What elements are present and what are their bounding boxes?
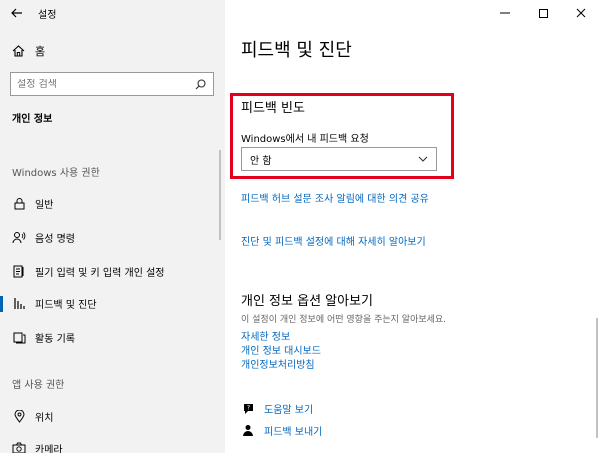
privacy-options-heading: 개인 정보 옵션 알아보기 xyxy=(241,294,373,309)
main-content: 피드백 및 진단 피드백 빈도 Windows에서 내 피드백 요청 안 함 피… xyxy=(225,0,600,453)
search-box[interactable] xyxy=(10,72,214,96)
sidebar-item-inking[interactable]: 필기 입력 및 키 입력 개인 설정 xyxy=(0,257,218,285)
sidebar-item-activity[interactable]: 활동 기록 xyxy=(0,323,218,351)
group-title-apps: 앱 사용 권한 xyxy=(12,380,65,391)
feedback-label: 피드백 보내기 xyxy=(264,426,323,438)
home-icon xyxy=(12,45,25,57)
titlebar: 설정 xyxy=(0,0,225,26)
sidebar-item-label: 카메라 xyxy=(35,444,63,453)
pen-icon xyxy=(12,264,26,278)
feedback-frequency-dropdown[interactable]: 안 함 xyxy=(241,147,437,171)
page-title: 피드백 및 진단 xyxy=(241,40,352,61)
arrow-left-icon xyxy=(11,8,22,18)
sidebar-item-camera[interactable]: 카메라 xyxy=(0,434,218,453)
speech-icon xyxy=(12,230,26,244)
maximize-button[interactable] xyxy=(524,0,562,26)
privacy-dashboard-link[interactable]: 개인 정보 대시보드 xyxy=(241,342,321,357)
privacy-options-description: 이 설정이 개인 정보에 어떤 영향을 주는지 알아보세요. xyxy=(241,315,447,325)
sidebar-item-speech[interactable]: 음성 명령 xyxy=(0,223,218,251)
help-icon: ? xyxy=(241,401,255,415)
sidebar-item-feedback[interactable]: 피드백 및 진단 xyxy=(0,289,218,317)
send-feedback-link[interactable]: 피드백 보내기 xyxy=(241,421,322,439)
section-title: 개인 정보 xyxy=(12,114,53,125)
sidebar-item-label: 일반 xyxy=(35,199,54,211)
survey-link[interactable]: 피드백 허브 설문 조사 알림에 대한 의견 공유 xyxy=(241,190,429,205)
home-label: 홈 xyxy=(35,45,46,58)
app-title: 설정 xyxy=(38,9,57,21)
location-icon xyxy=(12,409,26,423)
feedback-icon xyxy=(12,296,26,310)
search-icon[interactable] xyxy=(193,77,207,91)
sidebar-item-label: 피드백 및 진단 xyxy=(35,299,97,311)
chevron-down-icon xyxy=(418,156,428,162)
window-controls xyxy=(486,0,600,26)
person-feedback-icon xyxy=(241,423,255,437)
feedback-frequency-label: Windows에서 내 피드백 요청 xyxy=(241,134,369,145)
close-button[interactable] xyxy=(562,0,600,26)
privacy-statement-link[interactable]: 개인정보처리방침 xyxy=(241,356,315,371)
group-title-windows: Windows 사용 권한 xyxy=(12,168,100,179)
sidebar-item-label: 필기 입력 및 키 입력 개인 설정 xyxy=(35,267,165,279)
feedback-frequency-heading: 피드백 빈도 xyxy=(241,101,305,116)
minimize-icon xyxy=(500,12,510,14)
activity-icon xyxy=(12,330,26,344)
svg-text:?: ? xyxy=(246,404,249,411)
sidebar-item-general[interactable]: 일반 xyxy=(0,189,218,217)
main-scrollbar[interactable] xyxy=(596,318,598,438)
sidebar-item-label: 음성 명령 xyxy=(35,233,75,245)
more-info-link[interactable]: 자세한 정보 xyxy=(241,328,290,343)
sidebar-item-label: 활동 기록 xyxy=(35,333,75,345)
lock-icon xyxy=(12,196,26,210)
diagnostics-learn-more-link[interactable]: 진단 및 피드백 설정에 대해 자세히 알아보기 xyxy=(241,233,426,248)
sidebar-item-label: 위치 xyxy=(35,412,54,424)
sidebar-item-location[interactable]: 위치 xyxy=(0,402,218,430)
camera-icon xyxy=(12,441,26,453)
get-help-link[interactable]: ? 도움말 보기 xyxy=(241,399,313,417)
minimize-button[interactable] xyxy=(486,0,524,26)
back-button[interactable] xyxy=(0,0,34,26)
maximize-icon xyxy=(538,8,548,18)
sidebar-item-home[interactable]: 홈 xyxy=(12,40,45,62)
search-input[interactable] xyxy=(17,78,193,90)
sidebar: 설정 홈 개인 정보 Windows 사용 권한 일반 음성 명령 필기 입력 … xyxy=(0,0,225,453)
dropdown-value: 안 함 xyxy=(250,155,272,167)
help-label: 도움말 보기 xyxy=(264,404,314,416)
close-icon xyxy=(576,8,586,18)
sidebar-scrollbar[interactable] xyxy=(219,150,221,240)
